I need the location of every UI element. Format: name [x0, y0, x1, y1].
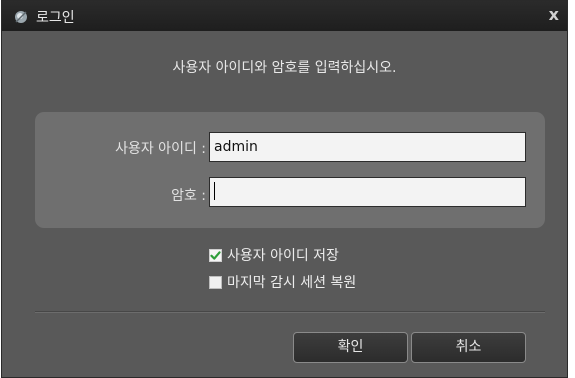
restore-monitor-option[interactable]: 마지막 감시 세션 복원	[209, 272, 356, 292]
instruction-text: 사용자 아이디와 암호를 입력하십시오.	[172, 60, 397, 76]
user-id-value: admin	[214, 139, 258, 155]
app-icon	[14, 9, 28, 23]
password-label: 암호 :	[171, 188, 206, 204]
password-input[interactable]	[209, 177, 526, 207]
save-id-option[interactable]: 사용자 아이디 저장	[209, 245, 339, 265]
save-id-checkbox[interactable]	[209, 248, 222, 262]
user-id-label: 사용자 아이디 :	[115, 141, 206, 157]
credentials-panel: 사용자 아이디 : admin 암호 :	[35, 112, 545, 228]
ok-button[interactable]: 확인	[293, 332, 408, 363]
text-caret	[214, 182, 215, 200]
window-title: 로그인	[36, 10, 75, 26]
check-icon	[210, 250, 221, 260]
restore-monitor-checkbox[interactable]	[209, 275, 222, 289]
restore-monitor-label: 마지막 감시 세션 복원	[227, 275, 357, 291]
login-dialog: 로그인 x 사용자 아이디와 암호를 입력하십시오. 사용자 아이디 : adm…	[1, 0, 568, 378]
save-id-label: 사용자 아이디 저장	[227, 248, 339, 264]
divider	[35, 311, 545, 313]
close-icon[interactable]: x	[549, 5, 559, 24]
cancel-button[interactable]: 취소	[411, 332, 526, 363]
user-id-input[interactable]: admin	[209, 132, 526, 162]
title-bar[interactable]: 로그인 x	[2, 1, 567, 31]
